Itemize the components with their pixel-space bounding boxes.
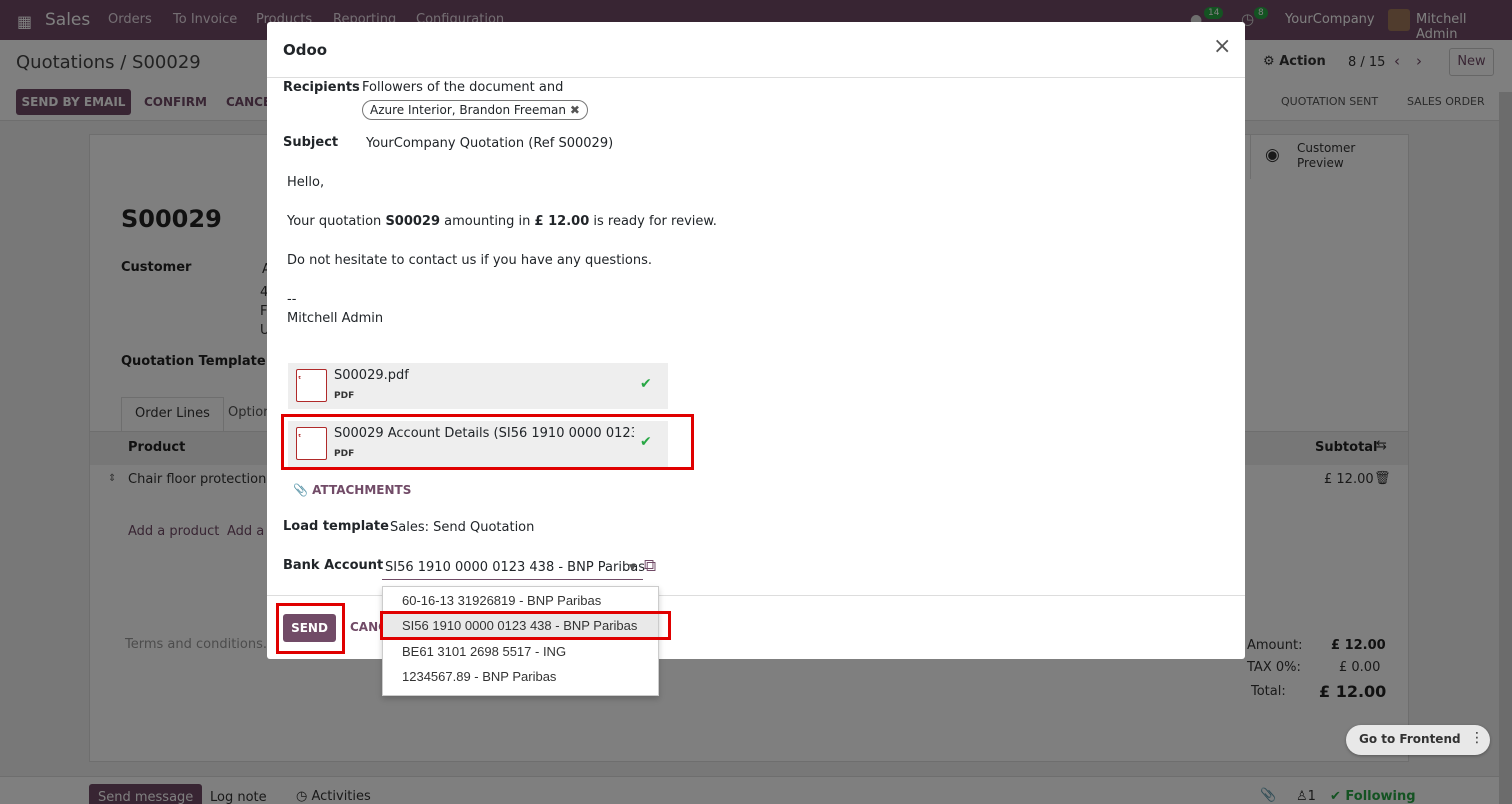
recipient-tag[interactable]: Azure Interior, Brandon Freeman ✖ (362, 100, 588, 120)
attachment-type: PDF (334, 449, 355, 459)
body-contact: Do not hesitate to contact us if you hav… (287, 253, 653, 268)
kebab-icon[interactable]: ⋮ (1470, 730, 1484, 746)
bank-account-dropdown: 60-16-13 31926819 - BNP Paribas SI56 191… (382, 586, 659, 696)
dialog-title: Odoo (283, 41, 328, 59)
email-body-editor[interactable]: Hello, Your quotation S00029 amounting i… (287, 172, 1227, 332)
remove-tag-icon[interactable]: ✖ (570, 103, 580, 117)
recipients-text: Followers of the document and (362, 80, 564, 95)
body-signature-separator: -- (287, 292, 297, 307)
subject-input[interactable]: YourCompany Quotation (Ref S00029) (366, 136, 613, 151)
close-icon[interactable]: × (1213, 36, 1231, 58)
chevron-down-icon[interactable]: ▼ (629, 563, 636, 573)
go-to-frontend-label: Go to Frontend (1359, 732, 1461, 746)
pdf-icon: ҅ (296, 369, 327, 402)
send-button[interactable]: SEND (283, 614, 336, 642)
email-composer-dialog: Odoo × Recipients Followers of the docum… (267, 22, 1245, 659)
body-signature: Mitchell Admin (287, 311, 384, 326)
bank-account-select[interactable]: SI56 1910 0000 0123 438 - BNP Paribas ▼ (382, 554, 645, 580)
bank-account-label: Bank Account (283, 558, 384, 573)
pdf-icon: ҅ (296, 427, 327, 460)
attachment-name: S00029 Account Details (SI56 1910 0000 0… (334, 426, 634, 441)
attachments-button-label: ATTACHMENTS (312, 483, 412, 497)
recipient-tag-label: Azure Interior, Brandon Freeman (370, 103, 567, 117)
bank-account-value: SI56 1910 0000 0123 438 - BNP Paribas (385, 560, 645, 575)
bank-option[interactable]: 1234567.89 - BNP Paribas (383, 665, 658, 689)
load-template-label: Load template (283, 519, 389, 534)
uploaded-check-icon: ✔ (640, 376, 652, 392)
recipients-label: Recipients (283, 80, 360, 95)
go-to-frontend-button[interactable]: Go to Frontend ⋮ (1346, 725, 1490, 755)
attachment-item[interactable]: ҅ S00029 Account Details (SI56 1910 0000… (288, 421, 668, 467)
attachment-item[interactable]: ҅ S00029.pdf PDF ✔ (288, 363, 668, 409)
bank-option[interactable]: BE61 3101 2698 5517 - ING (383, 640, 658, 664)
body-quotation-line: Your quotation S00029 amounting in £ 12.… (287, 214, 717, 229)
attachment-name: S00029.pdf (334, 368, 409, 383)
subject-label: Subject (283, 135, 339, 150)
body-greeting: Hello, (287, 175, 325, 190)
bank-option-selected[interactable]: SI56 1910 0000 0123 438 - BNP Paribas (383, 614, 658, 638)
external-link-icon[interactable]: ⧉ (644, 556, 656, 576)
header-divider (267, 77, 1245, 78)
bank-option[interactable]: 60-16-13 31926819 - BNP Paribas (383, 589, 658, 613)
uploaded-check-icon: ✔ (640, 434, 652, 450)
load-template-select[interactable]: Sales: Send Quotation (390, 520, 534, 535)
attachment-type: PDF (334, 391, 355, 401)
attachments-button[interactable]: 📎 ATTACHMENTS (293, 483, 411, 497)
